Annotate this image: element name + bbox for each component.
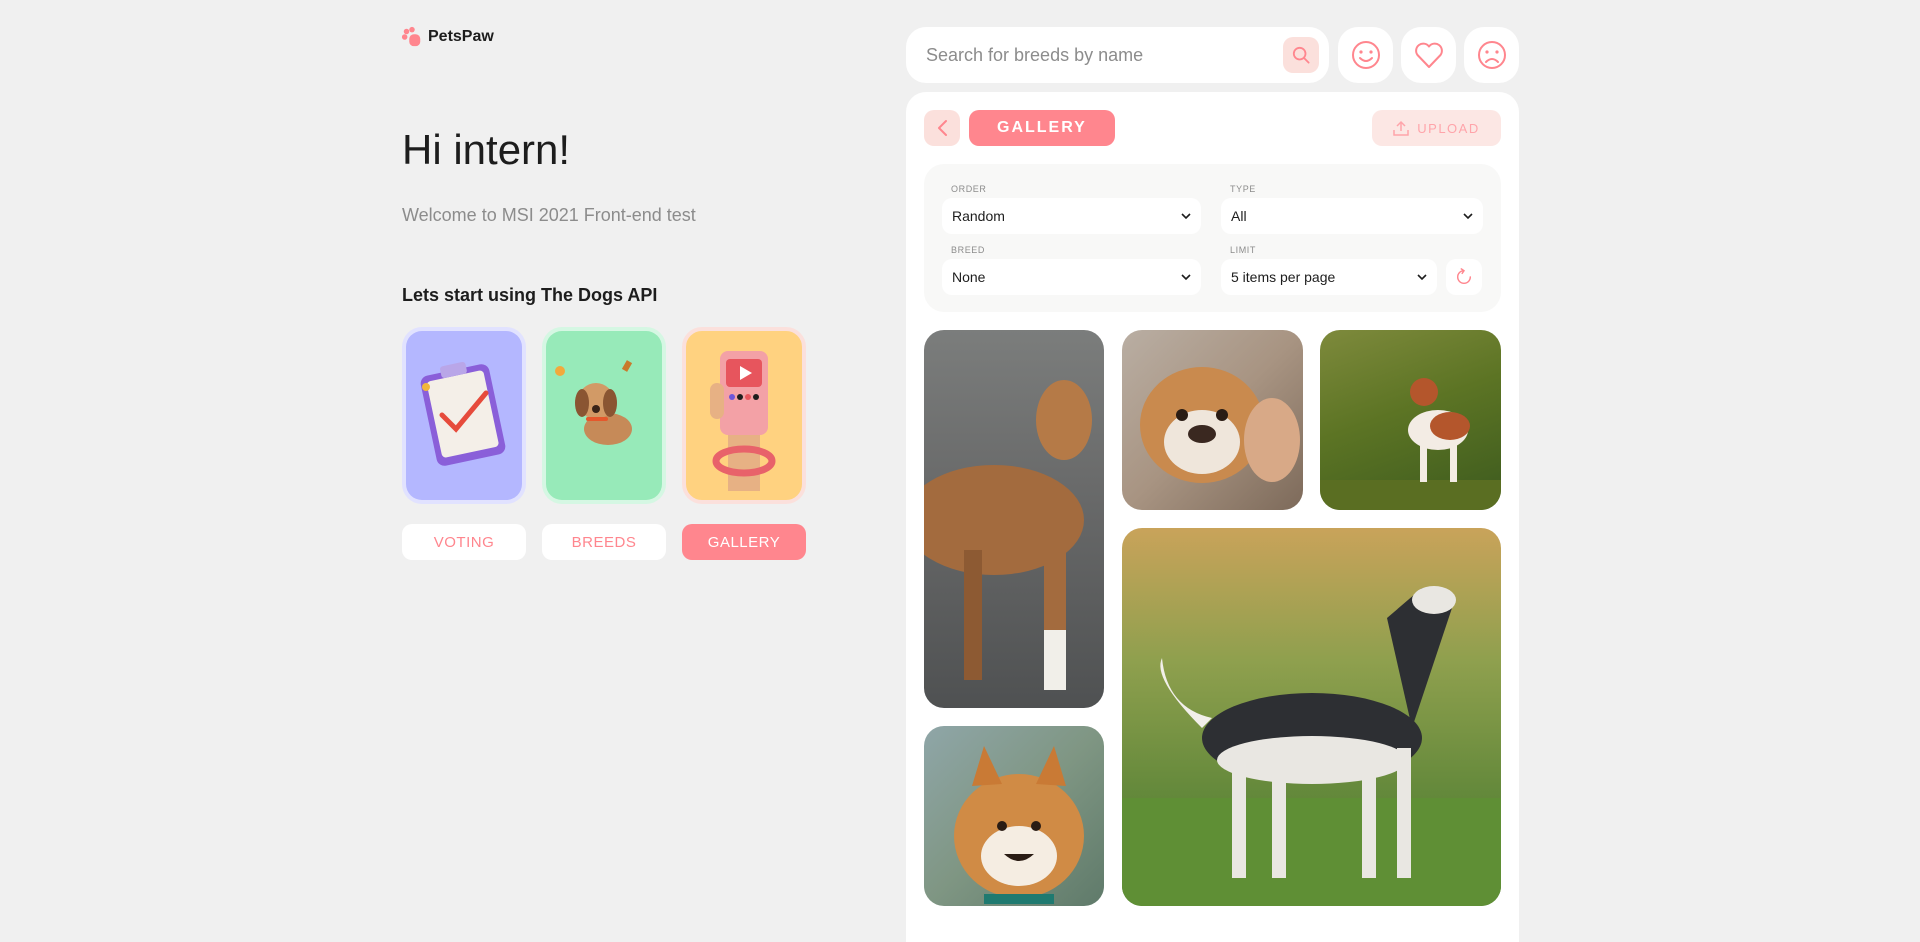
gallery-photo[interactable]: [1320, 330, 1501, 510]
chevron-left-icon: [938, 120, 947, 136]
gallery-photo[interactable]: [1122, 330, 1303, 510]
likes-button[interactable]: [1338, 27, 1393, 83]
upload-label: UPLOAD: [1417, 120, 1480, 136]
type-value: All: [1231, 208, 1247, 224]
smile-icon: [1351, 41, 1380, 69]
sad-icon: [1477, 41, 1506, 69]
gallery-photo[interactable]: [1122, 528, 1501, 906]
breed-select[interactable]: None: [942, 259, 1201, 295]
gallery-panel: GALLERY UPLOAD ORDER Random TYPE All BRE…: [906, 92, 1519, 942]
section-title: GALLERY: [969, 110, 1115, 146]
order-select[interactable]: Random: [942, 198, 1201, 234]
logo[interactable]: PetsPaw: [401, 26, 494, 48]
refresh-icon: [1456, 268, 1472, 285]
greeting-heading: Hi intern!: [402, 126, 571, 173]
gallery-photo[interactable]: [924, 726, 1104, 906]
nav-card-voting[interactable]: VOTING: [402, 327, 526, 560]
dog-photo-image: [1122, 586, 1501, 906]
upload-icon: [1393, 120, 1410, 136]
favourites-button[interactable]: [1401, 27, 1456, 83]
breed-label: BREED: [951, 245, 986, 255]
search-bar: [906, 27, 1329, 83]
refresh-button[interactable]: [1446, 259, 1482, 295]
order-value: Random: [952, 208, 1005, 224]
type-label: TYPE: [1230, 184, 1256, 194]
limit-value: 5 items per page: [1231, 269, 1336, 285]
dog-photo-image: [1320, 378, 1501, 510]
paw-icon: [401, 26, 421, 47]
breed-value: None: [952, 269, 986, 285]
breeds-illustration[interactable]: [542, 327, 666, 504]
gallery-photo[interactable]: [924, 330, 1104, 708]
nav-cards: VOTING BREEDS GALLERY: [402, 327, 806, 560]
back-button[interactable]: [924, 110, 960, 146]
limit-label: LIMIT: [1230, 245, 1257, 255]
chevron-down-icon: [1181, 273, 1191, 280]
nav-button-gallery[interactable]: GALLERY: [682, 524, 806, 560]
nav-card-breeds[interactable]: BREEDS: [542, 327, 666, 560]
search-icon: [1292, 46, 1310, 64]
nav-card-gallery[interactable]: GALLERY: [682, 327, 806, 560]
heart-icon: [1414, 42, 1443, 68]
phone-gallery-icon: [710, 351, 776, 491]
nav-button-breeds[interactable]: BREEDS: [542, 524, 666, 560]
upload-button[interactable]: UPLOAD: [1372, 110, 1501, 146]
type-select[interactable]: All: [1221, 198, 1483, 234]
chevron-down-icon: [1463, 212, 1473, 219]
logo-text: PetsPaw: [428, 28, 494, 45]
start-title: Lets start using The Dogs API: [402, 285, 658, 305]
welcome-text: Welcome to MSI 2021 Front-end test: [402, 205, 696, 225]
search-button[interactable]: [1283, 37, 1319, 73]
chevron-down-icon: [1417, 273, 1427, 280]
clipboard-icon: [420, 361, 506, 466]
limit-select[interactable]: 5 items per page: [1221, 259, 1437, 295]
search-input[interactable]: [926, 44, 1266, 66]
gallery-illustration[interactable]: [682, 327, 806, 504]
order-label: ORDER: [951, 184, 987, 194]
chevron-down-icon: [1181, 212, 1191, 219]
voting-illustration[interactable]: [402, 327, 526, 504]
dog-photo-image: [954, 746, 1084, 904]
dog-photo-image: [1140, 367, 1300, 483]
nav-button-voting[interactable]: VOTING: [402, 524, 526, 560]
filters-panel: ORDER Random TYPE All BREED None LIMIT 5…: [924, 164, 1501, 312]
dog-icon: [555, 360, 633, 445]
dog-photo-image: [924, 380, 1092, 690]
dislikes-button[interactable]: [1464, 27, 1519, 83]
